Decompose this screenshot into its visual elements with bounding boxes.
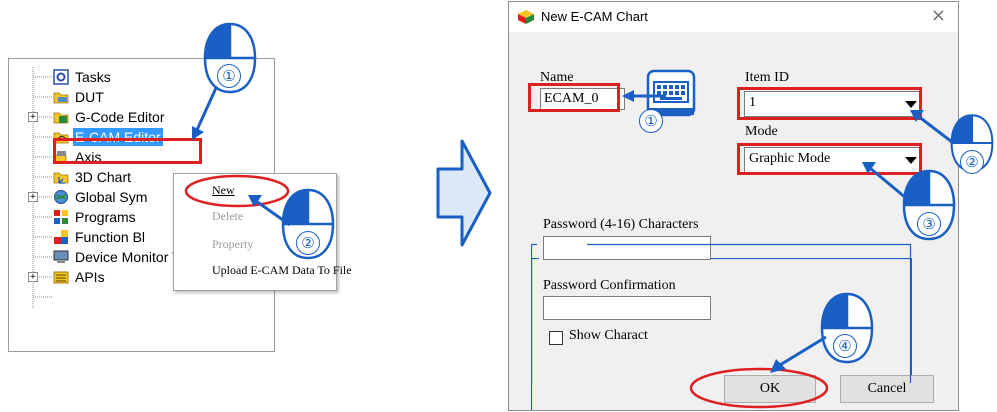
dialog-title: New E-CAM Chart <box>541 9 648 24</box>
tree-item-label: Tasks <box>75 69 111 85</box>
tree-item-label: Programs <box>75 209 136 225</box>
arrow-icon <box>192 87 218 140</box>
arrow-icon <box>622 90 666 102</box>
next-step-arrow-icon <box>436 139 492 247</box>
tree-item-label: G-Code Editor <box>75 109 165 125</box>
step-number-2-dialog: ② <box>960 150 984 174</box>
monitor-icon <box>53 250 69 263</box>
tree-item-label: DUT <box>75 89 104 105</box>
arrow-icon <box>770 335 827 373</box>
mode-label: Mode <box>745 124 778 139</box>
expand-toggle-gcode[interactable]: + <box>28 112 38 122</box>
step-number-3: ③ <box>917 212 941 236</box>
arrow-icon <box>862 162 907 200</box>
highlight-ecam-editor <box>53 138 202 164</box>
expand-toggle-apis[interactable]: + <box>28 272 38 282</box>
cube-app-icon <box>518 10 534 24</box>
dialog-titlebar: New E-CAM Chart × <box>509 2 958 32</box>
globe-icon <box>54 190 68 204</box>
step-number-1: ① <box>217 64 241 88</box>
chart-icon <box>53 172 69 184</box>
folder-icon <box>53 92 69 104</box>
step-number-4: ④ <box>833 334 857 358</box>
function-block-icon <box>54 230 68 244</box>
apis-icon <box>53 271 69 284</box>
menu-item-property[interactable]: Property <box>212 237 253 252</box>
tree-item-label: 3D Chart <box>75 169 132 185</box>
highlight-name-field <box>528 83 620 112</box>
step-number-1-dialog: ① <box>639 109 663 133</box>
folder-icon <box>53 112 69 124</box>
arrow-icon <box>910 110 953 144</box>
expand-toggle-global-symbols[interactable]: + <box>28 192 38 202</box>
close-icon[interactable]: × <box>931 5 946 26</box>
tree-item-label: Global Sym <box>75 189 148 205</box>
tasks-icon <box>53 69 69 85</box>
item-id-label: Item ID <box>745 70 789 85</box>
menu-item-upload-ecam-data[interactable]: Upload E-CAM Data To File <box>212 263 352 278</box>
arrow-icon <box>248 195 291 227</box>
step-number-2: ② <box>296 231 320 255</box>
menu-item-delete[interactable]: Delete <box>212 209 243 224</box>
tree-item-label: Function Bl <box>75 229 146 245</box>
programs-icon <box>54 210 68 224</box>
highlight-item-id <box>737 87 922 120</box>
tree-item-label: APIs <box>75 269 105 285</box>
